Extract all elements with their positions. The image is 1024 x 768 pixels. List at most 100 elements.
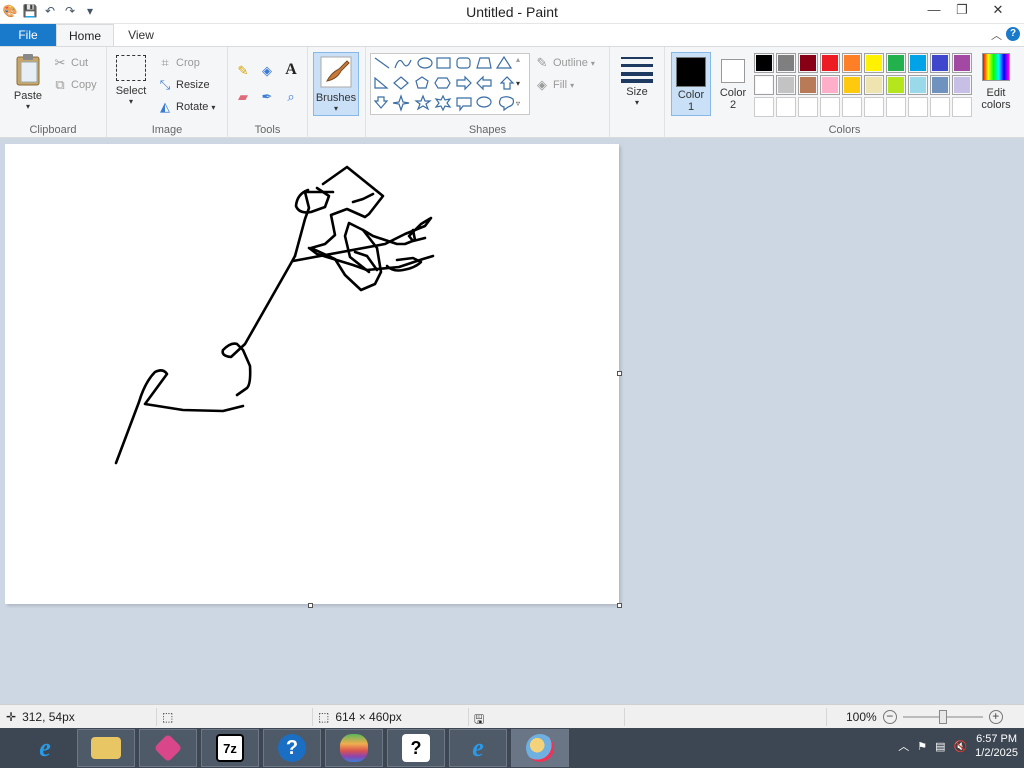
zoom-in-button[interactable]: + (988, 710, 1003, 724)
taskbar-app-pink[interactable] (139, 729, 197, 767)
color1-number: 1 (687, 101, 695, 113)
palette-swatch[interactable] (864, 53, 884, 73)
palette-swatch[interactable] (798, 75, 818, 95)
custom-color-slot[interactable] (952, 97, 972, 117)
zoom-slider[interactable] (902, 710, 983, 724)
zoom-out-button[interactable]: − (882, 710, 897, 724)
rotate-button[interactable]: ◭ Rotate ▾ (157, 99, 215, 115)
canvas-resize-handle-corner[interactable] (617, 603, 622, 608)
collapse-ribbon-icon[interactable]: ︿ (991, 27, 1002, 43)
text-tool-icon[interactable]: A (283, 62, 299, 78)
volume-muted-icon[interactable]: 🔇 (953, 740, 967, 753)
chevron-down-icon: ▾ (25, 102, 30, 111)
network-icon[interactable]: ▤ (935, 740, 945, 753)
edit-colors-label-line1: Edit (986, 87, 1006, 99)
custom-color-slot[interactable] (886, 97, 906, 117)
custom-color-slot[interactable] (820, 97, 840, 117)
taskbar-internet-explorer-2[interactable]: e (449, 729, 507, 767)
tab-view[interactable]: View (114, 24, 168, 46)
taskbar-paint[interactable] (511, 729, 569, 767)
help-icon[interactable]: ? (1006, 27, 1020, 41)
line-size-icon (621, 57, 653, 83)
clock[interactable]: 6:57 PM 1/2/2025 (975, 732, 1018, 760)
tab-home[interactable]: Home (56, 24, 114, 47)
status-divider (826, 708, 827, 726)
palette-swatch[interactable] (930, 75, 950, 95)
pencil-icon[interactable]: ✎ (235, 63, 251, 79)
palette-swatch[interactable] (820, 75, 840, 95)
fill-button[interactable]: ◈ Fill ▾ (534, 77, 574, 93)
custom-color-slot[interactable] (908, 97, 928, 117)
brushes-label: Brushes (315, 92, 357, 104)
resize-button[interactable]: ⤡ Resize (157, 77, 210, 93)
paste-button[interactable]: Paste ▾ (8, 53, 48, 111)
color1-button[interactable]: Color 1 (671, 52, 711, 116)
size-button[interactable]: Size ▾ (616, 55, 658, 107)
custom-color-slot[interactable] (864, 97, 884, 117)
taskbar-internet-explorer[interactable]: e (16, 729, 74, 767)
color2-number: 2 (729, 99, 737, 111)
taskbar-apple-app[interactable] (325, 729, 383, 767)
shapes-scroll-up-icon[interactable]: ▴ (516, 55, 520, 64)
eraser-icon[interactable]: ▰ (235, 89, 251, 105)
select-button[interactable]: Select ▾ (113, 55, 149, 106)
palette-swatch[interactable] (820, 53, 840, 73)
zoom-slider-thumb[interactable] (938, 710, 947, 724)
palette-swatch[interactable] (930, 53, 950, 73)
palette-swatch[interactable] (754, 53, 774, 73)
taskbar-file-explorer[interactable] (77, 729, 135, 767)
palette-swatch[interactable] (842, 53, 862, 73)
canvas-resize-handle-bottom[interactable] (308, 603, 313, 608)
shapes-gallery[interactable] (370, 53, 530, 115)
size-label: Size (626, 86, 648, 98)
fill-bucket-icon[interactable]: ◈ (259, 63, 275, 79)
custom-color-slot[interactable] (842, 97, 862, 117)
palette-swatch[interactable] (952, 75, 972, 95)
minimize-button[interactable]: — (920, 0, 948, 20)
tools-group-label: Tools (254, 124, 281, 136)
crop-button[interactable]: ⌗ Crop (157, 55, 200, 71)
taskbar: e 7z ? ? e ︿ ⚑ ▤ 🔇 6:57 PM 1/2/2025 (0, 728, 1024, 768)
canvas-resize-handle-right[interactable] (617, 371, 622, 376)
palette-swatch[interactable] (798, 53, 818, 73)
window-title: Untitled - Paint (466, 4, 558, 20)
custom-color-slot[interactable] (798, 97, 818, 117)
palette-swatch[interactable] (908, 53, 928, 73)
palette-swatch[interactable] (886, 75, 906, 95)
maximize-button[interactable]: ❐ (948, 0, 976, 20)
ribbon-controls: ︿ ? (991, 27, 1020, 43)
brushes-button[interactable]: Brushes ▾ (313, 52, 359, 116)
internet-explorer-icon: e (472, 733, 484, 762)
action-center-icon[interactable]: ⚑ (917, 740, 927, 753)
copy-button[interactable]: ⧉ Copy (52, 77, 96, 93)
palette-swatch[interactable] (864, 75, 884, 95)
taskbar-7zip[interactable]: 7z (201, 729, 259, 767)
color-picker-icon[interactable]: ✒ (259, 89, 275, 105)
palette-swatch[interactable] (952, 53, 972, 73)
close-button[interactable]: ✕ (976, 0, 1020, 20)
palette-swatch[interactable] (776, 53, 796, 73)
custom-color-slot[interactable] (930, 97, 950, 117)
cut-button[interactable]: ✂ Cut (52, 55, 89, 71)
outline-button[interactable]: ✎ Outline ▾ (534, 55, 595, 71)
color2-swatch (721, 59, 745, 83)
color2-button[interactable]: Color 2 (715, 52, 751, 116)
taskbar-help-tips[interactable]: ? (387, 729, 445, 767)
palette-swatch[interactable] (842, 75, 862, 95)
custom-color-slot[interactable] (776, 97, 796, 117)
palette-swatch[interactable] (776, 75, 796, 95)
shapes-scroll-down-icon[interactable]: ▾ (516, 79, 520, 88)
drawing-canvas[interactable] (5, 144, 619, 604)
palette-swatch[interactable] (886, 53, 906, 73)
show-hidden-icons-icon[interactable]: ︿ (898, 738, 909, 754)
shapes-expand-icon[interactable]: ▿ (516, 99, 520, 108)
taskbar-help[interactable]: ? (263, 729, 321, 767)
custom-color-slot[interactable] (754, 97, 774, 117)
tab-file[interactable]: File (0, 24, 56, 46)
apple-logo-icon (340, 734, 368, 762)
magnifier-icon[interactable]: ⌕ (283, 89, 299, 105)
palette-swatch[interactable] (754, 75, 774, 95)
palette-swatch[interactable] (908, 75, 928, 95)
edit-colors-button[interactable]: Edit colors (975, 53, 1017, 111)
cursor-position-text: 312, 54px (22, 710, 75, 724)
